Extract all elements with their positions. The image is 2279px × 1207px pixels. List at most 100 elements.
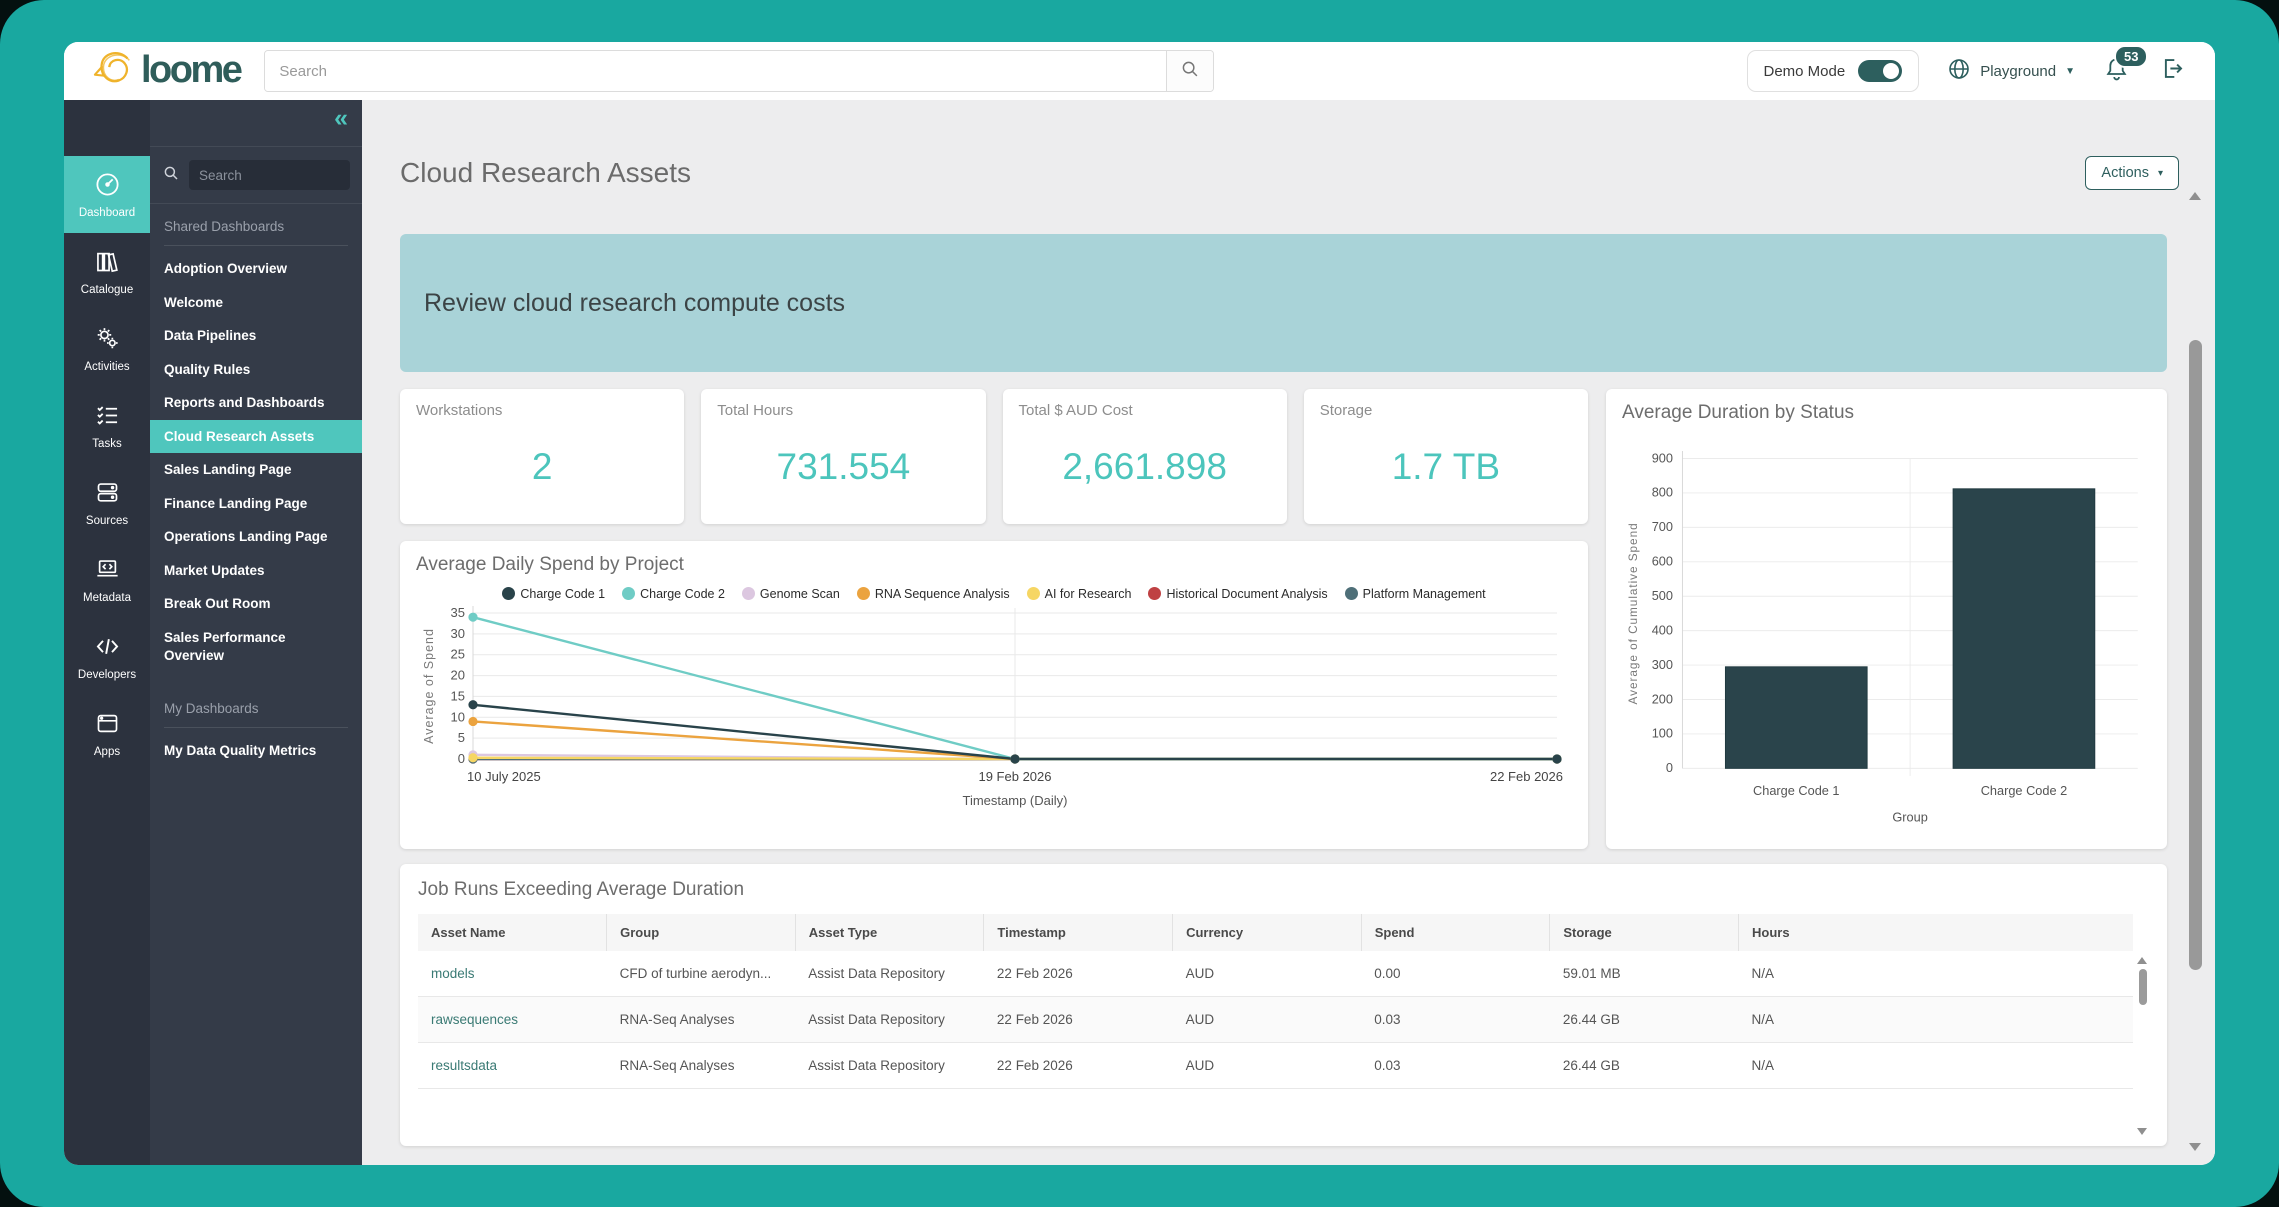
line-chart-card: Average Daily Spend by Project Charge Co…: [400, 541, 1588, 849]
demo-mode-label: Demo Mode: [1764, 63, 1846, 80]
scroll-down-arrow[interactable]: [2189, 1143, 2201, 1151]
dashboard-link-cloud-research-assets[interactable]: Cloud Research Assets: [150, 420, 362, 454]
svg-text:10 July 2025: 10 July 2025: [467, 769, 541, 784]
svg-text:22 Feb 2026: 22 Feb 2026: [1490, 769, 1563, 784]
svg-text:Average of Spend: Average of Spend: [422, 628, 436, 744]
kpi-total-hours: Total Hours 731.554: [701, 389, 985, 524]
bar-chart: 0100200300400500600700800900Charge Code …: [1622, 424, 2151, 852]
svg-text:900: 900: [1652, 450, 1673, 465]
table-row: rawsequences RNA-Seq Analyses Assist Dat…: [418, 997, 2133, 1043]
notifications-button[interactable]: 53: [2103, 55, 2130, 87]
dashboard-link-finance-landing-page[interactable]: Finance Landing Page: [150, 487, 362, 521]
table-scrollbar[interactable]: [2137, 955, 2149, 1137]
svg-text:600: 600: [1652, 554, 1673, 569]
dashboard-link-break-out-room[interactable]: Break Out Room: [150, 587, 362, 621]
svg-text:20: 20: [451, 668, 465, 683]
caret-down-icon: ▼: [2065, 66, 2075, 77]
legend-item[interactable]: Charge Code 2: [622, 587, 725, 601]
svg-text:15: 15: [451, 688, 465, 703]
search-button[interactable]: [1166, 51, 1213, 91]
svg-text:Charge Code 1: Charge Code 1: [1753, 783, 1839, 798]
panel-search-input[interactable]: [189, 160, 350, 190]
page-header: Cloud Research Assets Actions ▾: [362, 100, 2215, 190]
sidebar-item-apps[interactable]: Apps: [64, 695, 150, 772]
svg-text:100: 100: [1652, 726, 1673, 741]
svg-text:400: 400: [1652, 622, 1673, 637]
global-search: [264, 50, 1214, 92]
laptop-code-icon: [94, 556, 121, 586]
kpi-storage: Storage 1.7 TB: [1304, 389, 1588, 524]
asset-link[interactable]: models: [418, 951, 607, 997]
col-spend[interactable]: Spend: [1361, 914, 1550, 951]
gears-icon: [94, 325, 121, 355]
left-column: Workstations 2 Total Hours 731.554 Total…: [400, 389, 1588, 849]
app-window: loome Demo Mode: [64, 42, 2215, 1165]
scrollbar-thumb[interactable]: [2139, 969, 2147, 1005]
dashboard-link-data-pipelines[interactable]: Data Pipelines: [150, 319, 362, 353]
dashboard-link-market-updates[interactable]: Market Updates: [150, 554, 362, 588]
scrollbar-thumb[interactable]: [2189, 340, 2202, 970]
logo[interactable]: loome: [90, 47, 240, 96]
asset-link[interactable]: resultsdata: [418, 1043, 607, 1089]
dashboards-panel: « Shared Dashboards Adoption Overview We…: [150, 100, 362, 1165]
svg-text:0: 0: [1666, 760, 1673, 775]
sidebar-item-activities[interactable]: Activities: [64, 310, 150, 387]
legend-item[interactable]: AI for Research: [1027, 587, 1132, 601]
col-timestamp[interactable]: Timestamp: [984, 914, 1173, 951]
dashboard-link-welcome[interactable]: Welcome: [150, 286, 362, 320]
dashboard-link-sales-performance-overview[interactable]: Sales Performance Overview: [150, 621, 362, 672]
info-banner: Review cloud research compute costs: [400, 234, 2167, 372]
environment-switcher[interactable]: Playground ▼: [1947, 57, 2075, 85]
sidebar-item-metadata[interactable]: Metadata: [64, 541, 150, 618]
legend-item[interactable]: Platform Management: [1345, 587, 1486, 601]
col-currency[interactable]: Currency: [1173, 914, 1362, 951]
table-row: models CFD of turbine aerodyn... Assist …: [418, 951, 2133, 997]
page-scrollbar[interactable]: [2188, 192, 2203, 1151]
dashboard-link-sales-landing-page[interactable]: Sales Landing Page: [150, 453, 362, 487]
legend-dot: [1148, 587, 1161, 600]
asset-link[interactable]: rawsequences: [418, 997, 607, 1043]
collapse-panel-icon[interactable]: «: [334, 106, 348, 131]
globe-icon: [1947, 57, 1971, 85]
right-column: Average Duration by Status 0100200300400…: [1606, 389, 2167, 849]
main-content: Cloud Research Assets Actions ▾ Review c…: [362, 100, 2215, 1165]
legend-dot: [857, 587, 870, 600]
demo-mode-toggle[interactable]: [1858, 60, 1902, 82]
col-group[interactable]: Group: [607, 914, 796, 951]
logout-button[interactable]: [2158, 55, 2185, 87]
svg-text:30: 30: [451, 626, 465, 641]
col-asset-name[interactable]: Asset Name: [418, 914, 607, 951]
dashboard-link-reports-and-dashboards[interactable]: Reports and Dashboards: [150, 386, 362, 420]
sidebar-item-tasks[interactable]: Tasks: [64, 387, 150, 464]
sidebar-item-developers[interactable]: Developers: [64, 618, 150, 695]
icon-sidebar: Dashboard Catalogue Activities Tasks Sou…: [64, 100, 150, 1165]
divider: [164, 245, 348, 246]
legend-item[interactable]: Historical Document Analysis: [1148, 587, 1327, 601]
legend-item[interactable]: Genome Scan: [742, 587, 840, 601]
col-asset-type[interactable]: Asset Type: [795, 914, 984, 951]
global-search-input[interactable]: [265, 51, 1166, 91]
scroll-down-arrow[interactable]: [2137, 1128, 2147, 1135]
svg-text:0: 0: [458, 751, 465, 766]
search-icon: [1179, 58, 1201, 85]
dashboard-link-operations-landing-page[interactable]: Operations Landing Page: [150, 520, 362, 554]
col-hours[interactable]: Hours: [1738, 914, 2133, 951]
legend-item[interactable]: RNA Sequence Analysis: [857, 587, 1010, 601]
dashboard-link-quality-rules[interactable]: Quality Rules: [150, 353, 362, 387]
scroll-up-arrow[interactable]: [2137, 957, 2147, 964]
dashboard-link-adoption-overview[interactable]: Adoption Overview: [150, 252, 362, 286]
legend-item[interactable]: Charge Code 1: [502, 587, 605, 601]
dashboard-link-my-data-quality-metrics[interactable]: My Data Quality Metrics: [150, 734, 362, 768]
sidebar-item-catalogue[interactable]: Catalogue: [64, 233, 150, 310]
actions-button[interactable]: Actions ▾: [2085, 156, 2179, 190]
bar-chart-card: Average Duration by Status 0100200300400…: [1606, 389, 2167, 849]
table-title: Job Runs Exceeding Average Duration: [418, 879, 2149, 901]
sidebar-item-dashboard[interactable]: Dashboard: [64, 156, 150, 233]
col-storage[interactable]: Storage: [1550, 914, 1739, 951]
environment-label: Playground: [1980, 63, 2056, 80]
legend-dot: [502, 587, 515, 600]
svg-text:800: 800: [1652, 485, 1673, 500]
notification-badge: 53: [2114, 45, 2148, 68]
scroll-up-arrow[interactable]: [2189, 192, 2201, 200]
sidebar-item-sources[interactable]: Sources: [64, 464, 150, 541]
